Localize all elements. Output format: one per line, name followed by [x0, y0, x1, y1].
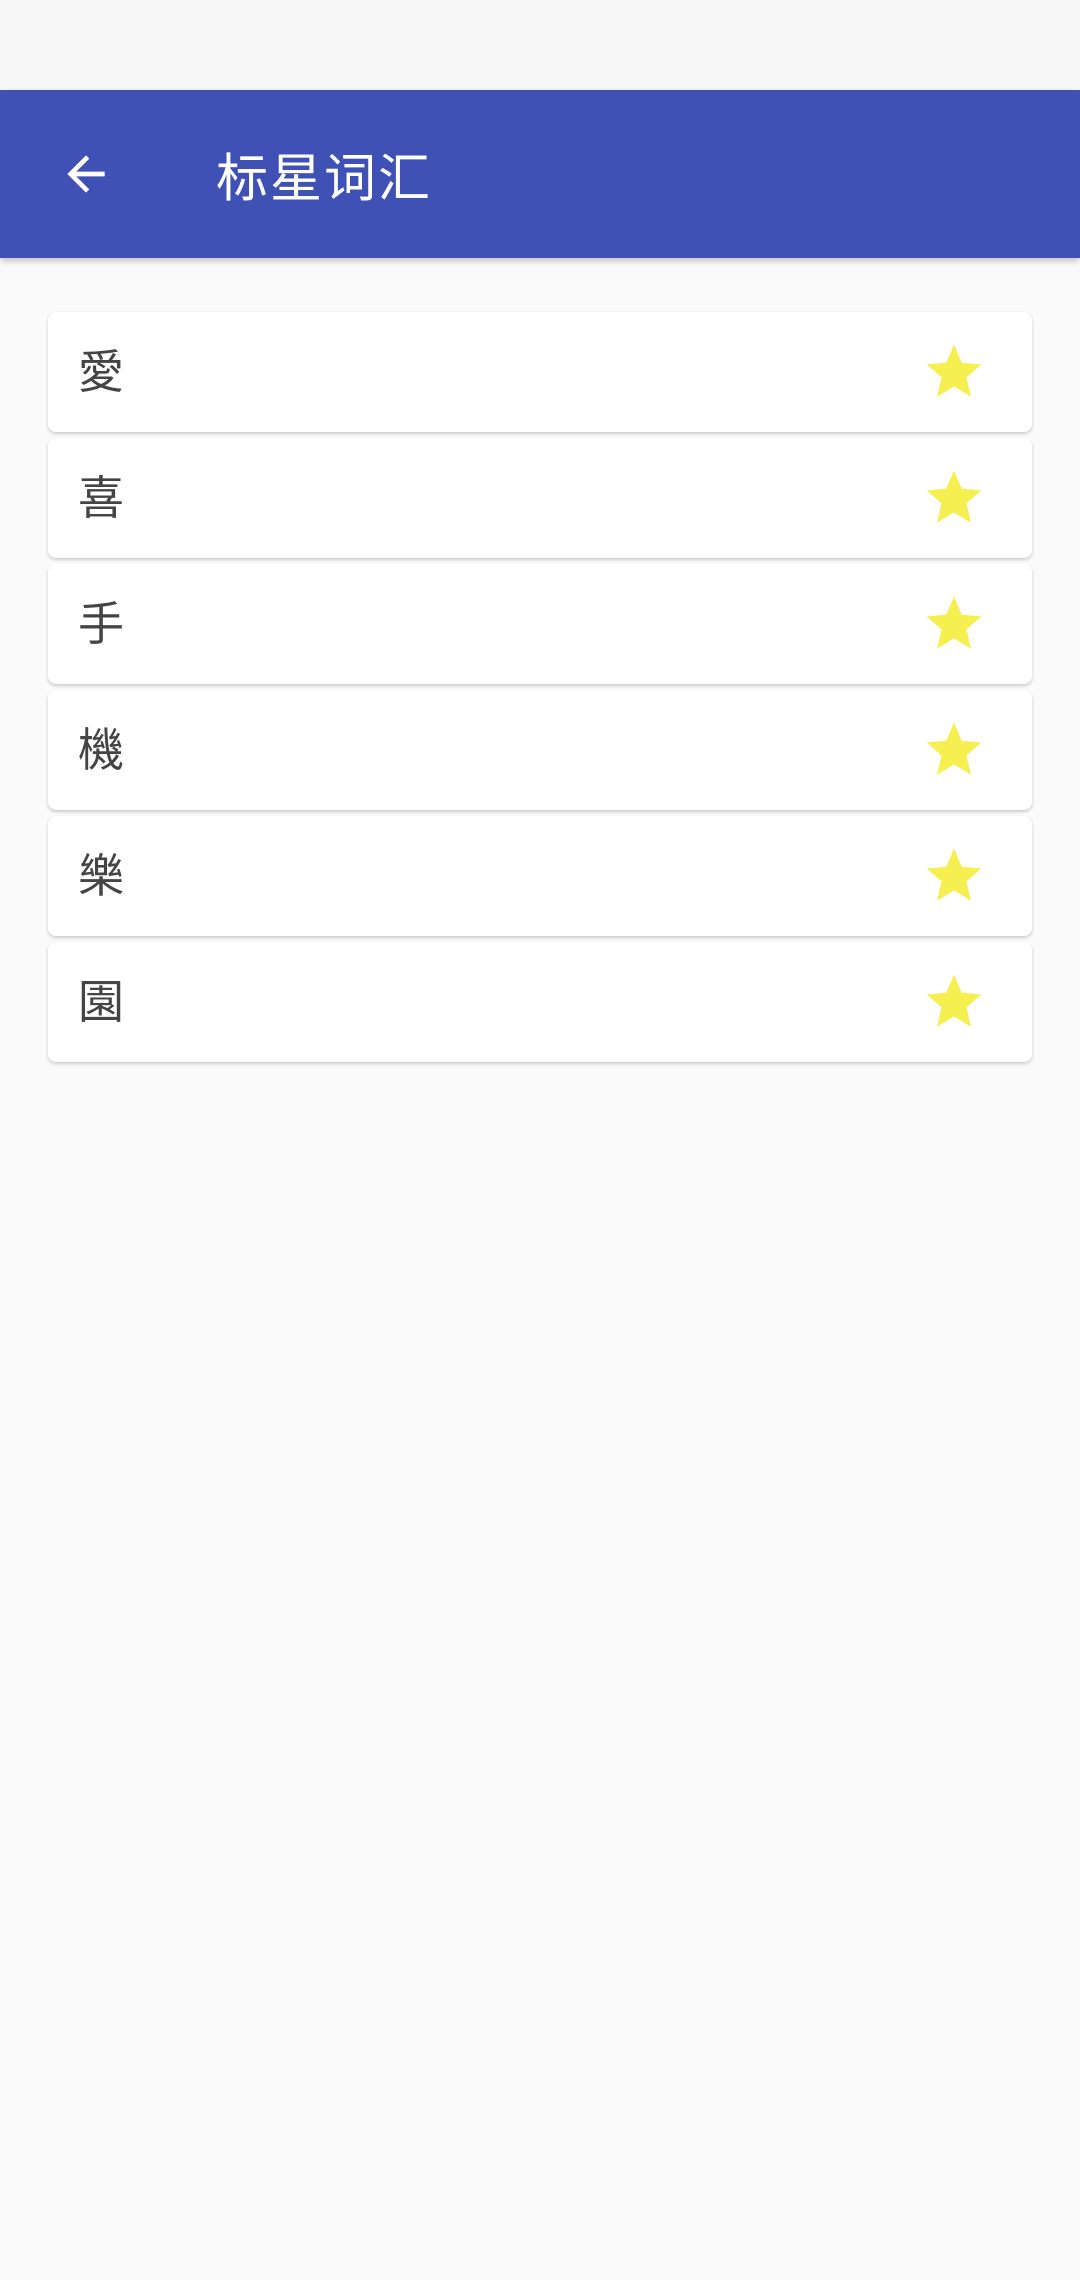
word-text: 手 — [78, 597, 124, 651]
star-icon — [926, 344, 982, 397]
star-icon — [926, 722, 982, 775]
star-button[interactable] — [918, 966, 990, 1038]
word-card[interactable]: 樂 — [48, 816, 1032, 936]
page-title: 标星词汇 — [216, 149, 433, 210]
star-icon — [926, 596, 982, 649]
star-icon — [926, 848, 982, 901]
star-icon — [926, 470, 982, 523]
word-text: 園 — [78, 975, 124, 1029]
star-button[interactable] — [918, 840, 990, 912]
word-card[interactable]: 手 — [48, 564, 1032, 684]
word-text: 機 — [78, 723, 124, 777]
star-button[interactable] — [918, 462, 990, 534]
status-bar — [0, 0, 1080, 90]
star-button[interactable] — [918, 588, 990, 660]
word-text: 愛 — [78, 345, 124, 399]
app-bar: 标星词汇 — [0, 90, 1080, 258]
star-button[interactable] — [918, 336, 990, 408]
word-card[interactable]: 愛 — [48, 312, 1032, 432]
back-button[interactable] — [50, 138, 122, 210]
star-button[interactable] — [918, 714, 990, 786]
star-icon — [926, 974, 982, 1027]
word-text: 樂 — [78, 849, 124, 903]
word-card[interactable]: 園 — [48, 942, 1032, 1062]
word-card[interactable]: 喜 — [48, 438, 1032, 558]
word-card[interactable]: 機 — [48, 690, 1032, 810]
arrow-left-icon — [67, 155, 105, 193]
word-text: 喜 — [78, 471, 124, 525]
starred-word-list: 愛 喜 手 機 樂 園 — [48, 312, 1032, 1068]
